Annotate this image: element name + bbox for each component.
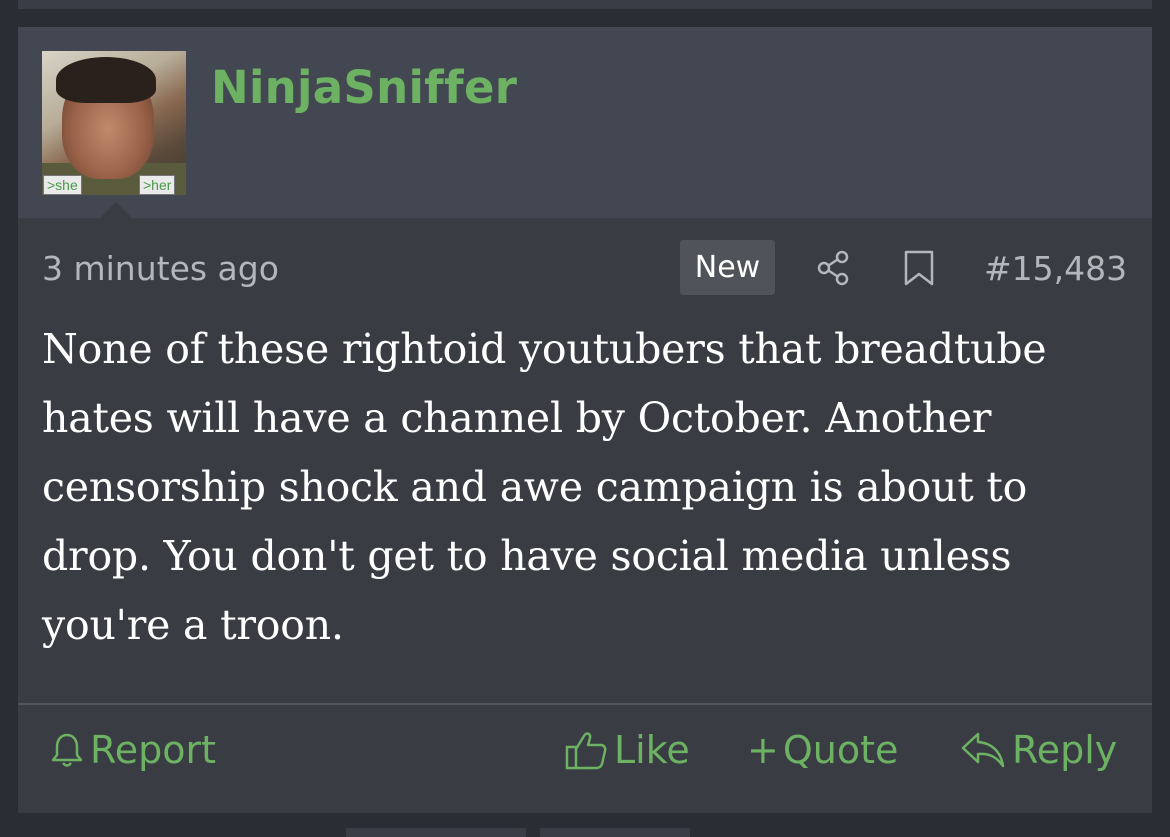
header-notch [100, 202, 132, 218]
plus-icon: + [747, 728, 779, 772]
previous-post-edge [18, 0, 1152, 9]
post-permalink[interactable]: #15,483 [984, 249, 1127, 288]
report-button[interactable]: Report [50, 725, 216, 775]
share-icon[interactable] [815, 249, 853, 287]
bookmark-icon[interactable] [900, 249, 938, 287]
reply-icon [961, 732, 1005, 768]
avatar[interactable]: >she >her [42, 51, 186, 195]
thumbs-up-icon [565, 732, 607, 770]
reply-button[interactable]: Reply [960, 725, 1117, 775]
next-post-edge-2 [540, 828, 690, 837]
avatar-tag-she: >she [43, 175, 82, 195]
reply-label: Reply [1012, 728, 1118, 772]
avatar-hair [56, 57, 156, 103]
post-body-text: None of these rightoid youtubers that br… [42, 325, 1047, 649]
post-footer: Report Like + Quote Reply [18, 703, 1152, 815]
quote-button[interactable]: + Quote [747, 725, 898, 775]
avatar-tag-her: >her [139, 175, 176, 195]
forum-post: >she >her NinjaSniffer 3 minutes ago New… [18, 27, 1152, 813]
post-timestamp[interactable]: 3 minutes ago [42, 249, 279, 288]
username-link[interactable]: NinjaSniffer [211, 61, 517, 114]
like-button[interactable]: Like [564, 725, 690, 775]
report-label: Report [90, 728, 216, 772]
new-badge: New [680, 240, 775, 295]
like-label: Like [614, 728, 690, 772]
post-header: >she >her NinjaSniffer [18, 27, 1152, 218]
quote-label: Quote [782, 728, 899, 772]
next-post-edge [346, 828, 526, 837]
bell-icon [51, 733, 83, 767]
